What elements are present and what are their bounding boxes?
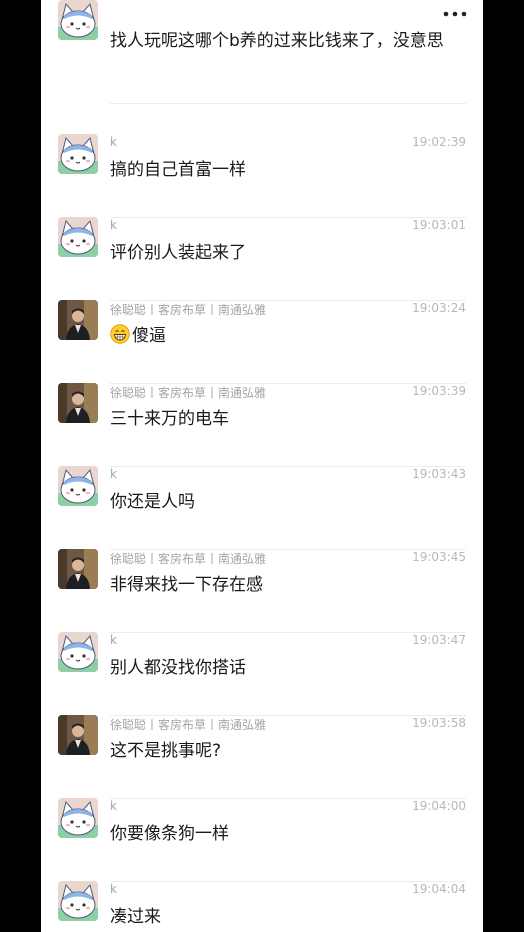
- message-item: 徐聪聪丨客房布草丨南通弘雅 19:03:39 三十来万的电车: [41, 383, 483, 467]
- message-item: k 19:03:43 你还是人吗: [41, 466, 483, 550]
- sender-name: 徐聪聪丨客房布草丨南通弘雅: [110, 718, 267, 732]
- message-item: k 19:04:00 你要像条狗一样: [41, 798, 483, 882]
- message-item: k 19:02:39 搞的自己首富一样: [41, 134, 483, 218]
- message-item: 徐聪聪丨客房布草丨南通弘雅 19:03:58 这不是挑事呢?: [41, 715, 483, 799]
- avatar[interactable]: [58, 715, 98, 755]
- message-text: 搞的自己首富一样: [110, 160, 246, 180]
- sender-name: k: [110, 218, 117, 232]
- message-time: 19:04:04: [412, 882, 466, 896]
- message-text: 这不是挑事呢?: [110, 741, 222, 761]
- sender-name: 徐聪聪丨客房布草丨南通弘雅: [110, 552, 267, 566]
- chat-screen: 找人玩呢这哪个b养的过来比钱来了，没意思 k 19:02:39 搞的自己首富一样 k…: [41, 0, 483, 932]
- sender-name: k: [110, 799, 117, 813]
- message-item: 徐聪聪丨客房布草丨南通弘雅 19:03:24 傻逼: [41, 300, 483, 384]
- sender-name: 徐聪聪丨客房布草丨南通弘雅: [110, 386, 267, 400]
- message-item: k 19:03:47 别人都没找你搭话: [41, 632, 483, 716]
- message-time: 19:03:45: [412, 550, 466, 564]
- divider: [110, 103, 466, 104]
- message-text: 你还是人吗: [110, 492, 195, 512]
- grinning-face-icon: [110, 324, 130, 344]
- message-item: 徐聪聪丨客房布草丨南通弘雅 19:03:45 非得来找一下存在感: [41, 549, 483, 633]
- avatar[interactable]: [58, 383, 98, 423]
- message-text: 别人都没找你搭话: [110, 658, 246, 678]
- message-time: 19:03:47: [412, 633, 466, 647]
- message-text: 评价别人装起来了: [110, 243, 246, 263]
- message-text: 找人玩呢这哪个b养的过来比钱来了，没意思: [110, 31, 444, 51]
- message-text: 傻逼: [110, 323, 450, 349]
- message-time: 19:03:39: [412, 384, 466, 398]
- message-time: 19:03:24: [412, 301, 466, 315]
- message-time: 19:03:58: [412, 716, 466, 730]
- message-text: 凑过来: [110, 907, 161, 927]
- message-time: 19:03:43: [412, 467, 466, 481]
- avatar[interactable]: [58, 549, 98, 589]
- avatar[interactable]: [58, 632, 98, 672]
- message-time: 19:04:00: [412, 799, 466, 813]
- message-text: 你要像条狗一样: [110, 824, 229, 844]
- avatar[interactable]: [58, 881, 98, 921]
- avatar[interactable]: [58, 0, 98, 40]
- sender-name: k: [110, 882, 117, 896]
- message-text: 三十来万的电车: [110, 409, 229, 429]
- avatar[interactable]: [58, 300, 98, 340]
- avatar[interactable]: [58, 466, 98, 506]
- sender-name: k: [110, 467, 117, 481]
- message-text-content: 傻逼: [132, 326, 166, 346]
- message-time: 19:02:39: [412, 135, 466, 149]
- avatar[interactable]: [58, 217, 98, 257]
- sender-name: k: [110, 135, 117, 149]
- message-item: 找人玩呢这哪个b养的过来比钱来了，没意思: [41, 0, 483, 104]
- avatar[interactable]: [58, 134, 98, 174]
- message-item: k 19:03:01 评价别人装起来了: [41, 217, 483, 301]
- message-item: k 19:04:04 凑过来: [41, 881, 483, 932]
- message-time: 19:03:01: [412, 218, 466, 232]
- sender-name: k: [110, 633, 117, 647]
- sender-name: 徐聪聪丨客房布草丨南通弘雅: [110, 303, 267, 317]
- avatar[interactable]: [58, 798, 98, 838]
- message-text: 非得来找一下存在感: [110, 575, 263, 595]
